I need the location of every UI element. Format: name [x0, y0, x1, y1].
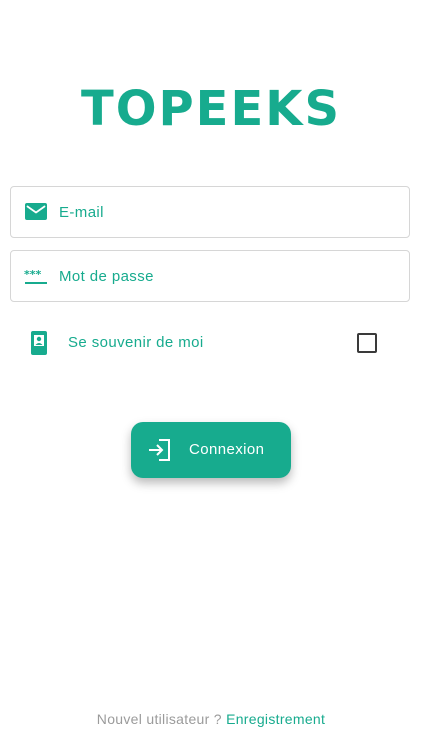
password-field-container[interactable]: *** [10, 250, 410, 302]
remember-me-label: Se souvenir de moi [68, 334, 204, 351]
email-input[interactable] [59, 187, 399, 237]
signup-footer: Nouvel utilisateur ? Enregistrement [0, 709, 422, 729]
svg-text:***: *** [24, 268, 42, 281]
login-icon [149, 439, 170, 461]
password-asterisk-icon: *** [24, 268, 47, 284]
login-button-label: Connexion [189, 441, 265, 458]
mail-icon [25, 203, 47, 220]
phone-badge-icon [31, 331, 47, 355]
remember-me-row: Se souvenir de moi [10, 322, 410, 364]
app-logo: TOPEEKS [80, 81, 342, 137]
new-user-text: Nouvel utilisateur ? [96, 711, 222, 727]
login-button[interactable]: Connexion [131, 422, 291, 478]
remember-me-checkbox[interactable] [357, 333, 377, 353]
password-input[interactable] [59, 251, 399, 301]
register-link[interactable]: Enregistrement [226, 711, 325, 727]
email-field-container[interactable] [10, 186, 410, 238]
